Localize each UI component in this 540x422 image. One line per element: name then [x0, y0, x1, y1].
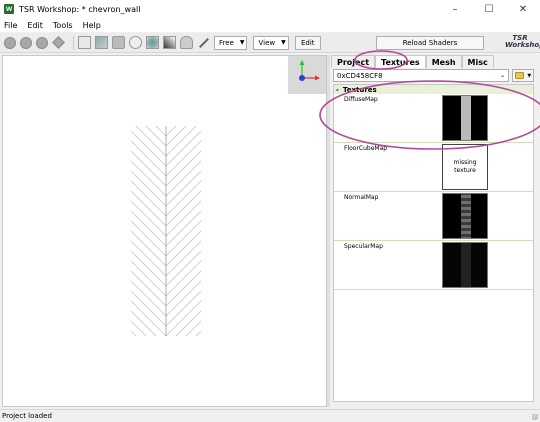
box-icon[interactable] — [95, 36, 108, 49]
status-text: Project loaded — [2, 412, 52, 420]
window-controls: – ☐ ✕ — [438, 0, 540, 18]
specular-stripe — [461, 243, 471, 287]
axis-gizmo — [288, 56, 326, 94]
sphere-preview-icon[interactable] — [4, 36, 16, 49]
dropdown-arrow-icon: ▼ — [239, 39, 245, 46]
panel-tabs: Project Textures Mesh Misc — [331, 55, 494, 68]
floor-icon[interactable] — [180, 36, 193, 49]
open-folder-button[interactable]: ▼ — [512, 69, 534, 82]
window-title: TSR Workshop: * chevron_wall — [19, 4, 141, 14]
axis-gizmo-icon — [299, 60, 320, 81]
menu-edit[interactable]: Edit — [27, 21, 43, 30]
texture-row-specular[interactable]: SpecularMap — [334, 241, 533, 290]
textures-list: - Textures DiffuseMap FloorCubeMap missi… — [333, 84, 534, 402]
toolbar-separator — [73, 35, 74, 50]
diamond-icon[interactable] — [52, 36, 65, 49]
properties-panel: Project Textures Mesh Misc 0xCD458CF8 ⌄ … — [331, 55, 538, 407]
view-select[interactable]: View ▼ — [253, 35, 289, 50]
missing-texture-thumbnail[interactable]: missing texture — [442, 144, 488, 190]
diffuse-map-thumbnail[interactable] — [442, 95, 488, 141]
texture-set-value: 0xCD458CF8 — [337, 71, 383, 80]
camera-mode-value: Free — [219, 38, 234, 47]
dropdown-arrow-icon: ▼ — [527, 72, 532, 79]
texture-row-diffuse[interactable]: DiffuseMap — [334, 94, 533, 143]
view-label: View — [258, 38, 276, 47]
edit-button[interactable]: Edit — [294, 35, 321, 50]
plane-icon[interactable] — [112, 36, 125, 49]
dropdown-arrow-icon: ▼ — [281, 39, 286, 46]
menu-bar: File Edit Tools Help — [0, 18, 540, 32]
title-bar: W TSR Workshop: * chevron_wall – ☐ ✕ — [0, 0, 540, 18]
diffuse-stripe — [461, 96, 471, 140]
menu-file[interactable]: File — [4, 21, 17, 30]
circle-icon[interactable] — [129, 36, 142, 49]
sphere-shaded-icon[interactable] — [36, 36, 48, 49]
tsr-app-icon: W — [4, 4, 14, 14]
lighting-icon[interactable] — [146, 36, 159, 49]
tab-project[interactable]: Project — [331, 55, 376, 68]
sphere-lit-icon[interactable] — [20, 36, 32, 49]
specular-map-thumbnail[interactable] — [442, 242, 488, 288]
toolbar: Free ▼ View ▼ Edit Reload Shaders TSR Wo… — [0, 33, 540, 53]
3d-viewport[interactable] — [2, 55, 327, 407]
folder-icon — [514, 72, 524, 79]
minimize-button[interactable]: – — [438, 0, 472, 18]
tab-textures[interactable]: Textures — [375, 55, 426, 68]
texture-label: FloorCubeMap — [344, 145, 388, 152]
texture-label: SpecularMap — [344, 243, 383, 250]
grid-icon[interactable] — [78, 36, 91, 49]
texture-label: NormalMap — [344, 194, 379, 201]
texture-row-floorcube[interactable]: FloorCubeMap missing texture — [334, 143, 533, 192]
texture-label: DiffuseMap — [344, 96, 378, 103]
missing-text-line1: missing — [453, 159, 477, 166]
tab-misc[interactable]: Misc — [461, 55, 494, 68]
gradient-icon[interactable] — [163, 36, 176, 49]
tsr-workshop-logo: TSR Workshop — [505, 35, 540, 51]
collapse-toggle[interactable]: - — [336, 86, 339, 94]
textures-group-title: Textures — [342, 85, 377, 94]
textures-group-header[interactable]: - Textures — [334, 85, 533, 94]
texture-set-select[interactable]: 0xCD458CF8 ⌄ — [333, 69, 509, 82]
menu-tools[interactable]: Tools — [53, 21, 73, 30]
close-button[interactable]: ✕ — [506, 0, 540, 18]
resize-grip-icon[interactable] — [532, 414, 538, 420]
normal-map-thumbnail[interactable] — [442, 193, 488, 239]
panel-splitter[interactable] — [327, 55, 330, 407]
missing-text-line2: texture — [454, 167, 476, 174]
camera-mode-select[interactable]: Free ▼ — [214, 35, 248, 50]
logo-text-bottom: Workshop — [505, 41, 540, 49]
normal-stripe — [461, 194, 471, 238]
chevron-wall-preview — [131, 126, 201, 336]
menu-help[interactable]: Help — [83, 21, 101, 30]
reload-shaders-button[interactable]: Reload Shaders — [376, 36, 484, 50]
tab-mesh[interactable]: Mesh — [425, 55, 462, 68]
line-tool-icon[interactable] — [197, 36, 210, 49]
maximize-button[interactable]: ☐ — [472, 0, 506, 18]
status-bar: Project loaded — [0, 409, 540, 422]
texture-row-normal[interactable]: NormalMap — [334, 192, 533, 241]
chevron-down-icon: ⌄ — [499, 72, 505, 79]
